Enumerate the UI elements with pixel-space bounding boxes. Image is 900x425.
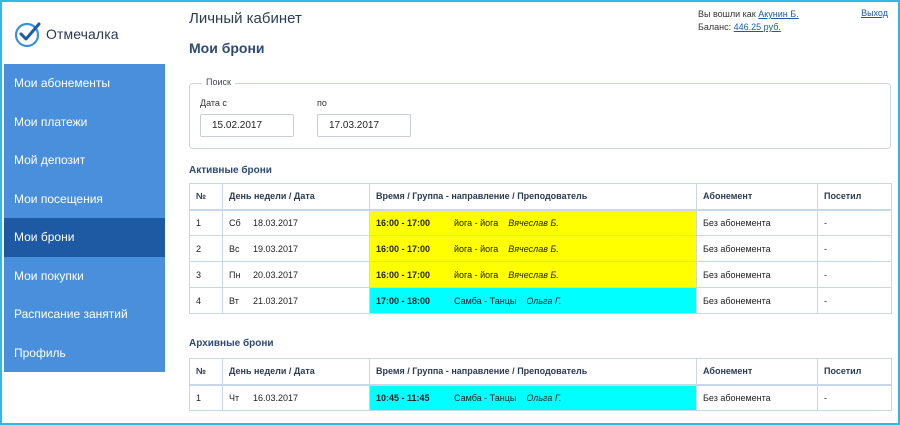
row-group: Самба - Танцы: [454, 392, 517, 403]
balance-link[interactable]: 446.25 руб.: [734, 22, 781, 32]
cabinet-title: Личный кабинет: [189, 10, 302, 27]
row-subscription: Без абонемента: [696, 261, 818, 288]
sidebar-item-deposit[interactable]: Мой депозит: [4, 141, 165, 180]
sidebar-item-subscriptions[interactable]: Мои абонементы: [4, 64, 165, 103]
sidebar-item-schedule[interactable]: Расписание занятий: [4, 295, 165, 334]
col-time[interactable]: Время / Группа - направление / Преподова…: [369, 358, 697, 385]
date-from-label: Дата с: [200, 98, 227, 108]
row-day: Чт 16.03.2017: [222, 384, 370, 411]
table-row[interactable]: 3 Пн 20.03.2017 16:00 - 17:00 йога - йога В…: [189, 261, 892, 288]
row-date: 20.03.2017: [253, 269, 299, 280]
col-time[interactable]: Время / Группа - направление / Преподова…: [369, 183, 697, 210]
search-legend: Поиск: [202, 77, 235, 87]
sidebar-item-bookings[interactable]: Мои брони: [4, 218, 165, 257]
col-visited[interactable]: Посетил: [817, 358, 892, 385]
row-group: йога - йога: [454, 217, 499, 228]
table-row[interactable]: 4 Вт 21.03.2017 17:00 - 18:00 Самба - Танц…: [189, 287, 892, 314]
row-trainer: Вячеслав Б.: [508, 269, 559, 280]
row-num: 2: [189, 235, 223, 262]
row-time: 16:00 - 17:00: [376, 217, 431, 228]
row-session: 16:00 - 17:00 йога - йога Вячеслав Б.: [369, 261, 697, 288]
row-dow: Вс: [229, 243, 240, 254]
table-row[interactable]: 2 Вс 19.03.2017 16:00 - 17:00 йога - йога В…: [189, 235, 892, 262]
col-visited[interactable]: Посетил: [817, 183, 892, 210]
logged-in-label: Вы вошли как: [698, 9, 756, 19]
row-session: 16:00 - 17:00 йога - йога Вячеслав Б.: [369, 209, 697, 236]
page-title: Мои брони: [189, 40, 265, 56]
col-num[interactable]: №: [189, 183, 223, 210]
row-visited: -: [817, 384, 892, 411]
row-subscription: Без абонемента: [696, 384, 818, 411]
row-trainer: Ольга Г.: [526, 392, 562, 403]
row-date: 16.03.2017: [253, 392, 299, 403]
row-time: 10:45 - 11:45: [376, 392, 430, 403]
table-header-row: № День недели / Дата Время / Группа - на…: [189, 183, 892, 210]
row-subscription: Без абонемента: [696, 235, 818, 262]
row-subscription: Без абонемента: [696, 287, 818, 314]
archive-bookings-table: № День недели / Дата Время / Группа - на…: [189, 358, 892, 411]
checkmark-logo-icon: [14, 20, 42, 48]
row-session: 10:45 - 11:45 Самба - Танцы Ольга Г.: [369, 384, 697, 411]
row-trainer: Ольга Г.: [526, 295, 562, 306]
date-from-input[interactable]: [200, 114, 294, 137]
row-group: йога - йога: [454, 269, 499, 280]
row-time: 16:00 - 17:00: [376, 269, 431, 280]
col-subscription[interactable]: Абонемент: [696, 358, 818, 385]
row-time: 17:00 - 18:00: [376, 295, 431, 306]
row-day: Пн 20.03.2017: [222, 261, 370, 288]
sidebar-item-profile[interactable]: Профиль: [4, 334, 165, 373]
balance-label: Баланс:: [698, 22, 732, 32]
row-dow: Вт: [229, 295, 239, 306]
sidebar-nav: Мои абонементы Мои платежи Мой депозит М…: [4, 64, 165, 372]
row-session: 17:00 - 18:00 Самба - Танцы Ольга Г.: [369, 287, 697, 314]
row-num: 3: [189, 261, 223, 288]
table-header-row: № День недели / Дата Время / Группа - на…: [189, 358, 892, 385]
row-trainer: Вячеслав Б.: [508, 243, 559, 254]
active-bookings-table: № День недели / Дата Время / Группа - на…: [189, 183, 892, 314]
logo[interactable]: Отмечалка: [4, 4, 165, 64]
sidebar-item-payments[interactable]: Мои платежи: [4, 103, 165, 142]
row-session: 16:00 - 17:00 йога - йога Вячеслав Б.: [369, 235, 697, 262]
row-visited: -: [817, 261, 892, 288]
row-num: 1: [189, 384, 223, 411]
sidebar-item-purchases[interactable]: Мои покупки: [4, 257, 165, 296]
archive-bookings-title: Архивные брони: [189, 338, 274, 349]
row-visited: -: [817, 287, 892, 314]
table-row[interactable]: 1 Сб 18.03.2017 16:00 - 17:00 йога - йога В…: [189, 209, 892, 236]
row-time: 16:00 - 17:00: [376, 243, 431, 254]
col-subscription[interactable]: Абонемент: [696, 183, 818, 210]
row-date: 18.03.2017: [253, 217, 299, 228]
search-panel: Поиск Дата с по: [189, 77, 891, 149]
row-num: 1: [189, 209, 223, 236]
app-frame: Отмечалка Мои абонементы Мои платежи Мой…: [0, 0, 900, 425]
date-to-input[interactable]: [317, 114, 411, 137]
row-num: 4: [189, 287, 223, 314]
col-day[interactable]: День недели / Дата: [222, 183, 370, 210]
row-visited: -: [817, 235, 892, 262]
user-name-link[interactable]: Акунин Б.: [758, 9, 798, 19]
row-date: 21.03.2017: [253, 295, 299, 306]
logout-link[interactable]: Выход: [861, 8, 888, 18]
col-day[interactable]: День недели / Дата: [222, 358, 370, 385]
sidebar: Отмечалка Мои абонементы Мои платежи Мой…: [4, 4, 165, 372]
row-dow: Сб: [229, 217, 241, 228]
user-info: Вы вошли как Акунин Б. Баланс: 446.25 ру…: [698, 8, 799, 34]
row-subscription: Без абонемента: [696, 209, 818, 236]
row-dow: Пн: [229, 269, 241, 280]
row-group: йога - йога: [454, 243, 499, 254]
active-bookings-title: Активные брони: [189, 165, 272, 176]
table-row[interactable]: 1 Чт 16.03.2017 10:45 - 11:45 Самба - Танц…: [189, 384, 892, 411]
row-trainer: Вячеслав Б.: [508, 217, 559, 228]
row-day: Вс 19.03.2017: [222, 235, 370, 262]
date-to-label: по: [317, 98, 327, 108]
row-day: Сб 18.03.2017: [222, 209, 370, 236]
row-date: 19.03.2017: [253, 243, 299, 254]
row-day: Вт 21.03.2017: [222, 287, 370, 314]
row-dow: Чт: [229, 392, 240, 403]
col-num[interactable]: №: [189, 358, 223, 385]
app-name: Отмечалка: [46, 26, 119, 42]
row-group: Самба - Танцы: [454, 295, 517, 306]
sidebar-item-visits[interactable]: Мои посещения: [4, 180, 165, 219]
row-visited: -: [817, 209, 892, 236]
